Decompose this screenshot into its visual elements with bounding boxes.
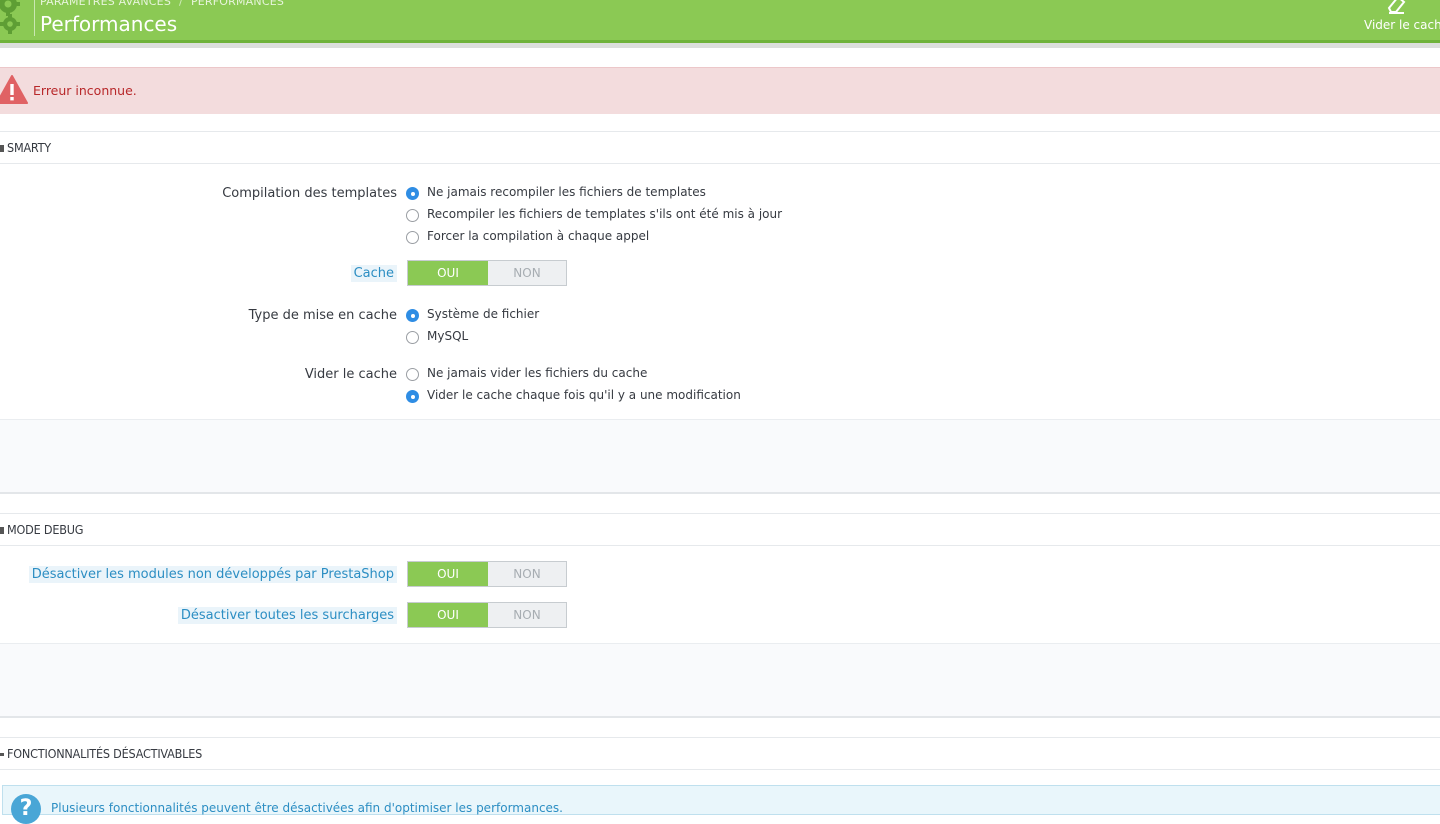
breadcrumb-item-performances[interactable]: PERFORMANCES bbox=[191, 0, 284, 8]
radio-label: Forcer la compilation à chaque appel bbox=[427, 229, 650, 243]
page-header: PARAMÈTRES AVANCÉS / PERFORMANCES Performa… bbox=[0, 0, 1440, 40]
debug-panel-footer bbox=[0, 643, 1440, 716]
clear-cache-button[interactable]: Vider le cache bbox=[1360, 0, 1440, 38]
disable-non-native-label[interactable]: Désactiver les modules non développés pa… bbox=[28, 566, 397, 583]
radio-label: MySQL bbox=[427, 329, 469, 343]
smarty-panel-heading: SMARTY bbox=[0, 132, 1440, 164]
toggle-on[interactable]: OUI bbox=[408, 603, 488, 627]
debug-heading: MODE DEBUG bbox=[7, 522, 84, 537]
bug-icon bbox=[0, 527, 4, 534]
smarty-panel-footer bbox=[0, 419, 1440, 492]
toggle-on[interactable]: OUI bbox=[408, 261, 488, 285]
radio-dot[interactable] bbox=[406, 309, 419, 322]
settings-icon bbox=[0, 145, 4, 152]
panel-heading-border bbox=[0, 769, 1440, 770]
smarty-heading: SMARTY bbox=[7, 140, 51, 155]
panel-heading-border bbox=[0, 545, 1440, 546]
list-icon bbox=[0, 753, 4, 756]
disable-overrides-label[interactable]: Désactiver toutes les surcharges bbox=[177, 607, 397, 624]
info-text: Plusieurs fonctionnalités peuvent être d… bbox=[51, 801, 563, 815]
radio-dot[interactable] bbox=[406, 368, 419, 381]
features-heading: FONCTIONNALITÉS DÉSACTIVABLES bbox=[7, 746, 203, 761]
disable-non-native-toggle[interactable]: OUI NON bbox=[407, 561, 567, 587]
error-alert: Erreur inconnue. bbox=[0, 67, 1440, 114]
toggle-off[interactable]: NON bbox=[488, 562, 566, 586]
radio-dot[interactable] bbox=[406, 187, 419, 200]
page-title: Performances bbox=[40, 12, 178, 36]
radio-label: Vider le cache chaque fois qu'il y a une… bbox=[427, 388, 741, 402]
clear-cache-label: Vider le cache bbox=[1364, 18, 1440, 32]
cache-label[interactable]: Cache bbox=[350, 265, 397, 282]
info-box: ? Plusieurs fonctionnalités peuvent être… bbox=[2, 785, 1440, 824]
radio-dot[interactable] bbox=[406, 390, 419, 403]
toggle-off[interactable]: NON bbox=[488, 261, 566, 285]
header-separator bbox=[34, 0, 35, 36]
toggle-on[interactable]: OUI bbox=[408, 562, 488, 586]
radio-label: Ne jamais vider les fichiers du cache bbox=[427, 366, 648, 380]
panel-bottom-border bbox=[0, 492, 1440, 494]
breadcrumb: PARAMÈTRES AVANCÉS / PERFORMANCES bbox=[40, 0, 284, 8]
panel-bottom-border bbox=[0, 716, 1440, 718]
radio-dot[interactable] bbox=[406, 231, 419, 244]
cache-toggle[interactable]: OUI NON bbox=[407, 260, 567, 286]
panel-heading-border bbox=[0, 163, 1440, 164]
breadcrumb-separator: / bbox=[179, 0, 183, 8]
radio-dot[interactable] bbox=[406, 331, 419, 344]
disable-overrides-toggle[interactable]: OUI NON bbox=[407, 602, 567, 628]
clear-cache-setting-label: Vider le cache bbox=[304, 367, 397, 382]
features-panel-heading: FONCTIONNALITÉS DÉSACTIVABLES bbox=[0, 738, 1440, 770]
compilation-label: Compilation des templates bbox=[222, 186, 397, 201]
radio-label: Système de fichier bbox=[427, 307, 540, 321]
radio-label: Recompiler les fichiers de templates s'i… bbox=[427, 207, 783, 221]
radio-label: Ne jamais recompiler les fichiers de tem… bbox=[427, 185, 706, 199]
toggle-off[interactable]: NON bbox=[488, 603, 566, 627]
eraser-icon bbox=[1387, 0, 1406, 14]
radio-dot[interactable] bbox=[406, 209, 419, 222]
header-stripe bbox=[0, 43, 1440, 48]
debug-panel-heading: MODE DEBUG bbox=[0, 514, 1440, 546]
warning-triangle-icon bbox=[0, 75, 28, 104]
cache-type-label: Type de mise en cache bbox=[248, 308, 397, 323]
breadcrumb-item-advanced[interactable]: PARAMÈTRES AVANCÉS bbox=[40, 0, 171, 8]
error-message: Erreur inconnue. bbox=[33, 83, 137, 98]
gears-icon bbox=[0, 0, 20, 34]
question-icon: ? bbox=[11, 794, 41, 824]
